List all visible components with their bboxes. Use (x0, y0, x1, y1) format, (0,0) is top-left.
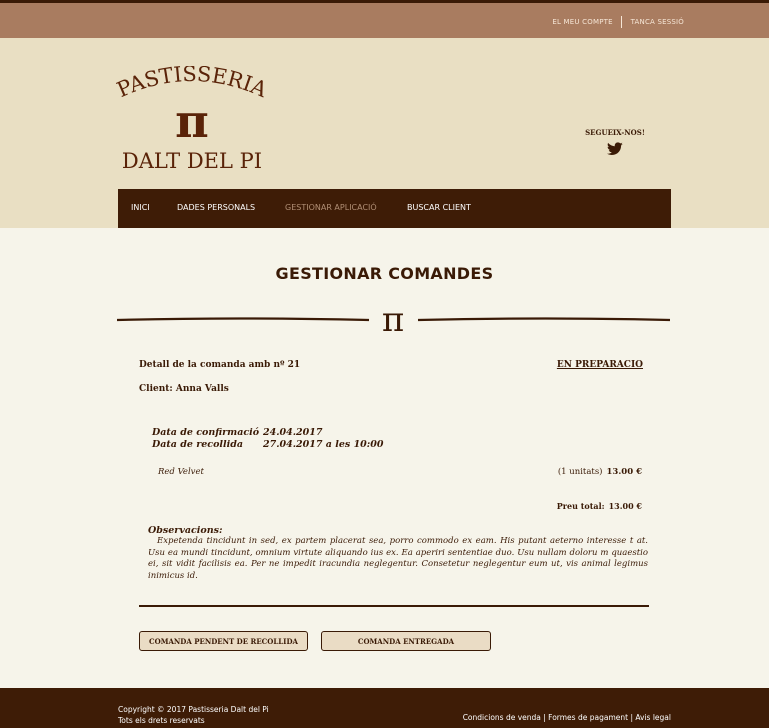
nav-item-inici[interactable]: INICI (131, 203, 150, 212)
main-nav: INICI DADES PERSONALS GESTIONAR APLICACI… (118, 189, 671, 228)
twitter-icon[interactable] (585, 141, 645, 160)
nav-item-gestionar-aplicacio[interactable]: GESTIONAR APLICACIÓ (285, 203, 377, 212)
page-title: GESTIONAR COMANDES (275, 264, 494, 283)
social-block: SEGUEIX-NOS! (585, 128, 645, 160)
pickup-date-value: 27.04.2017 a les 10:00 (263, 439, 384, 450)
top-bar: EL MEU COMPTE TANCA SESSIÓ (0, 0, 769, 38)
divider-pi-symbol: π (382, 300, 404, 340)
total-label: Preu total: (556, 501, 605, 511)
product-price: 13.00 € (606, 467, 643, 477)
pending-pickup-button[interactable]: COMANDA PENDENT DE RECOLLIDA (139, 631, 308, 651)
order-dates: Data de confirmació 24.04.2017 Data de re… (152, 427, 384, 451)
total-value: 13.00 € (608, 501, 642, 511)
order-total: Preu total: 13.00 € (553, 501, 642, 511)
pickup-date-label: Data de recollida (152, 439, 244, 450)
observations-title: Observacions: (148, 525, 223, 536)
logout-link[interactable]: TANCA SESSIÓ (631, 18, 684, 26)
product-name: Red Velvet (158, 467, 204, 477)
product-units: (1 unitats) (557, 467, 603, 477)
confirmation-date-label: Data de confirmació (152, 427, 260, 438)
account-links: EL MEU COMPTE TANCA SESSIÓ (552, 16, 684, 28)
footer-copyright: Copyright © 2017 Pastisseria Dalt del Pi… (118, 704, 269, 726)
rights-text: Tots els drets reservats (118, 716, 205, 725)
site-logo[interactable]: PASTISSERIA π DALT DEL PI (112, 66, 292, 176)
site-footer: Copyright © 2017 Pastisseria Dalt del Pi… (0, 688, 769, 728)
nav-item-dades-personals[interactable]: DADES PERSONALS (177, 203, 255, 212)
section-divider (139, 605, 649, 607)
product-quantity-price: (1 unitats) 13.00 € (558, 467, 642, 477)
logo-line2: DALT DEL PI (122, 149, 262, 173)
copyright-text: Copyright © 2017 Pastisseria Dalt del Pi (118, 705, 269, 714)
client-name: Client: Anna Valls (139, 384, 229, 394)
confirmation-date-value: 24.04.2017 (263, 427, 323, 438)
pi-divider: π (117, 300, 670, 340)
link-separator (621, 16, 623, 28)
order-status-link[interactable]: EN PREPARACIO (557, 360, 643, 370)
social-label: SEGUEIX-NOS! (585, 128, 645, 137)
delivered-button[interactable]: COMANDA ENTREGADA (321, 631, 491, 651)
nav-item-buscar-client[interactable]: BUSCAR CLIENT (407, 203, 471, 212)
footer-links[interactable]: Condicions de venda | Formes de pagament… (463, 713, 671, 722)
order-number-label: Detall de la comanda amb nº 21 (139, 360, 301, 370)
my-account-link[interactable]: EL MEU COMPTE (552, 18, 612, 26)
logo-pi-symbol: π (175, 94, 209, 148)
observations-text: Expetenda tincidunt in sed, ex partem pl… (148, 536, 648, 581)
